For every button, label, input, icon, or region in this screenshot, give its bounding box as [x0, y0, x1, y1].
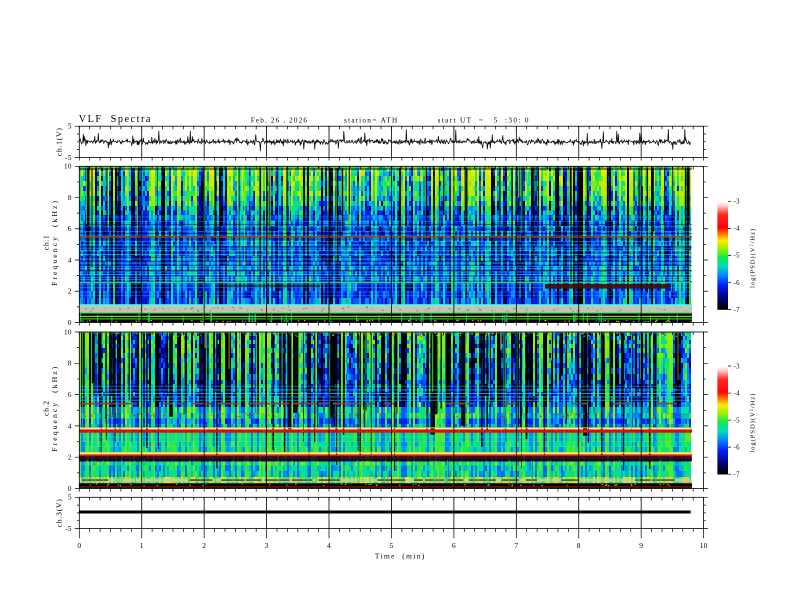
svg-text:6: 6 — [452, 541, 456, 550]
svg-text:0: 0 — [68, 485, 72, 493]
svg-text:-4: -4 — [734, 390, 741, 397]
svg-text:-7: -7 — [734, 307, 741, 314]
svg-text:-6: -6 — [734, 444, 741, 451]
svg-text:6: 6 — [68, 391, 72, 399]
svg-text:5: 5 — [390, 541, 394, 550]
svg-text:7: 7 — [514, 541, 518, 550]
svg-text:Frequency (kHz): Frequency (kHz) — [50, 199, 59, 286]
svg-text:4: 4 — [68, 256, 72, 264]
svg-text:0: 0 — [68, 319, 72, 327]
svg-text:-5: -5 — [65, 154, 72, 162]
svg-text:10: 10 — [700, 541, 708, 550]
svg-text:log(PSD)(V2/Hz): log(PSD)(V2/Hz) — [749, 393, 757, 453]
svg-text:Time (min): Time (min) — [375, 552, 426, 561]
svg-text:ch.1(V): ch.1(V) — [55, 127, 64, 156]
svg-text:1: 1 — [140, 541, 144, 550]
svg-text:5: 5 — [68, 494, 72, 502]
svg-text:ch.3(V): ch.3(V) — [55, 498, 64, 527]
svg-text:8: 8 — [68, 360, 72, 368]
svg-text:5: 5 — [68, 123, 72, 131]
svg-text:start UT = 5 :30: 0: start UT = 5 :30: 0 — [438, 117, 530, 125]
svg-text:-5: -5 — [734, 417, 741, 424]
svg-text:-7: -7 — [734, 472, 741, 479]
svg-text:Frequency (kHz): Frequency (kHz) — [50, 365, 59, 452]
svg-text:10: 10 — [64, 328, 72, 336]
svg-text:10: 10 — [64, 163, 72, 171]
svg-text:3: 3 — [265, 541, 269, 550]
svg-text:VLF Spectra: VLF Spectra — [79, 114, 152, 125]
svg-text:-4: -4 — [734, 226, 741, 233]
svg-text:4: 4 — [327, 541, 331, 550]
svg-text:-5: -5 — [65, 525, 72, 533]
svg-text:0: 0 — [77, 541, 81, 550]
svg-text:-6: -6 — [734, 280, 741, 287]
svg-text:8: 8 — [68, 194, 72, 202]
svg-text:-3: -3 — [734, 363, 741, 370]
svg-text:2: 2 — [202, 541, 206, 550]
svg-text:2: 2 — [68, 454, 72, 462]
svg-text:2: 2 — [68, 288, 72, 296]
svg-text:6: 6 — [68, 225, 72, 233]
svg-text:station= ATH: station= ATH — [344, 117, 398, 125]
svg-text:Feb. 26 , 2026: Feb. 26 , 2026 — [251, 117, 308, 125]
svg-text:-5: -5 — [734, 253, 741, 260]
svg-text:4: 4 — [68, 422, 72, 430]
svg-text:8: 8 — [577, 541, 581, 550]
svg-text:-3: -3 — [734, 199, 741, 206]
svg-text:log(PSD)(V2/Hz): log(PSD)(V2/Hz) — [749, 228, 757, 288]
svg-text:9: 9 — [639, 541, 643, 550]
